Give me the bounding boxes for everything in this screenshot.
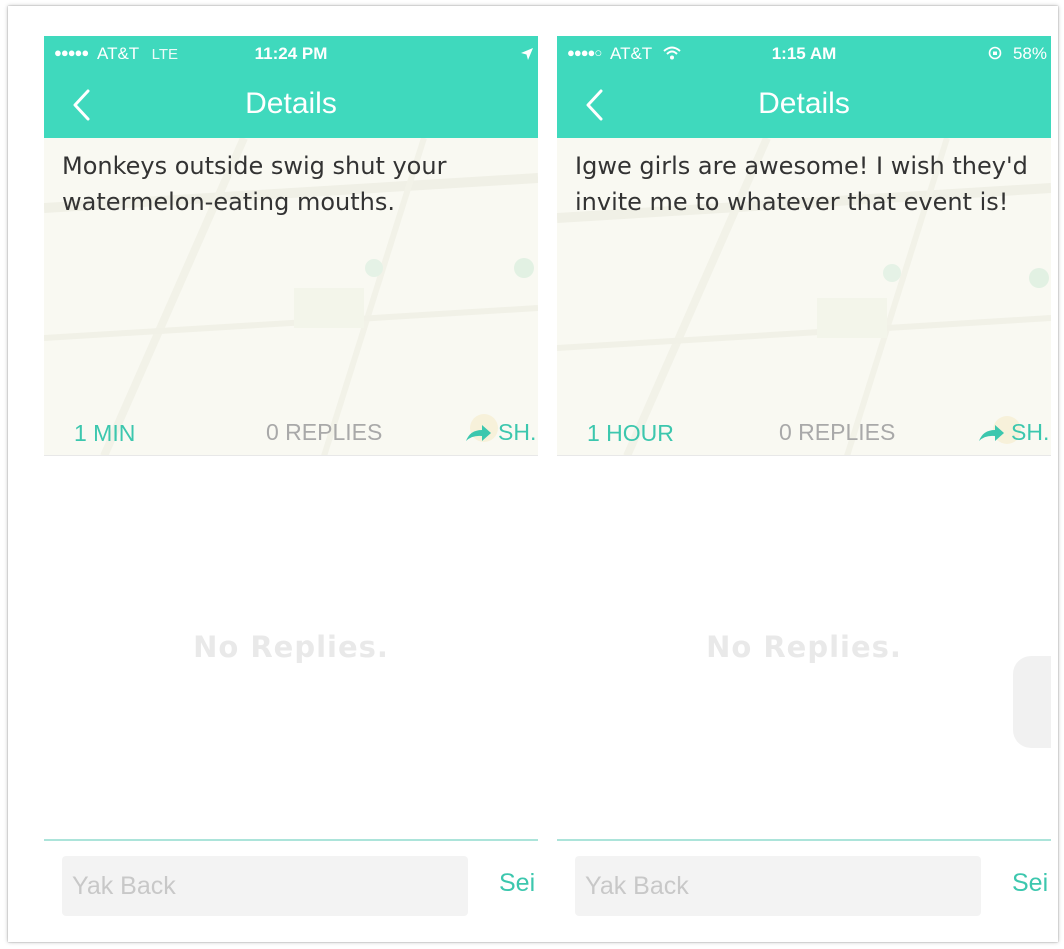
status-bar: ●●●●● AT&T LTE 11:24 PM <box>44 36 538 70</box>
status-bar: ●●●●○ AT&T 1:15 AM 58% <box>557 36 1051 70</box>
post-age: 1 HOUR <box>587 420 674 446</box>
nav-bar: Details <box>44 70 538 138</box>
rotation-lock-icon <box>988 44 1007 63</box>
location-arrow-icon <box>520 46 534 66</box>
page-title: Details <box>245 87 337 120</box>
status-right <box>520 44 534 66</box>
reply-count: 0 REPLIES <box>779 419 896 445</box>
post-meta: 1 MIN 0 REPLIES SH. <box>44 414 538 448</box>
phone-screen-left: ●●●●● AT&T LTE 11:24 PM Details Monkeys … <box>44 36 538 942</box>
page-title: Details <box>758 87 850 120</box>
reply-input[interactable] <box>62 856 468 916</box>
post-age: 1 MIN <box>74 420 136 446</box>
status-time: 11:24 PM <box>254 44 328 63</box>
post-card: Monkeys outside swig shut your watermelo… <box>44 138 538 456</box>
post-text: Monkeys outside swig shut your watermelo… <box>62 152 447 216</box>
composer-divider <box>557 839 1051 841</box>
send-button[interactable]: Sei <box>499 869 535 898</box>
share-arrow-icon <box>466 425 491 441</box>
post-meta: 1 HOUR 0 REPLIES SH. <box>557 414 1051 448</box>
composer-divider <box>44 839 538 841</box>
divider <box>557 455 1051 456</box>
post-card: Igwe girls are awesome! I wish they'd in… <box>557 138 1051 456</box>
empty-replies-message: No Replies. <box>193 630 389 664</box>
phone-screen-right: ●●●●○ AT&T 1:15 AM 58% Details Igwe girl… <box>557 36 1051 942</box>
status-right: 58% <box>988 44 1047 64</box>
reply-input[interactable] <box>575 856 981 916</box>
nav-bar: Details <box>557 70 1051 138</box>
share-button[interactable]: SH. <box>977 419 1049 446</box>
status-time: 1:15 AM <box>771 44 837 63</box>
screenshot-frame: ●●●●● AT&T LTE 11:24 PM Details Monkeys … <box>8 6 1058 942</box>
send-button[interactable]: Sei <box>1012 869 1048 898</box>
share-arrow-icon <box>979 425 1004 441</box>
empty-replies-message: No Replies. <box>706 630 902 664</box>
side-handle <box>1013 656 1051 748</box>
post-text: Igwe girls are awesome! I wish they'd in… <box>575 152 1028 216</box>
share-label: SH. <box>1011 419 1050 445</box>
battery-percent: 58% <box>1012 44 1047 63</box>
share-button[interactable]: SH. <box>464 419 536 446</box>
reply-count: 0 REPLIES <box>266 419 383 445</box>
share-label: SH. <box>498 419 537 445</box>
divider <box>44 455 538 456</box>
